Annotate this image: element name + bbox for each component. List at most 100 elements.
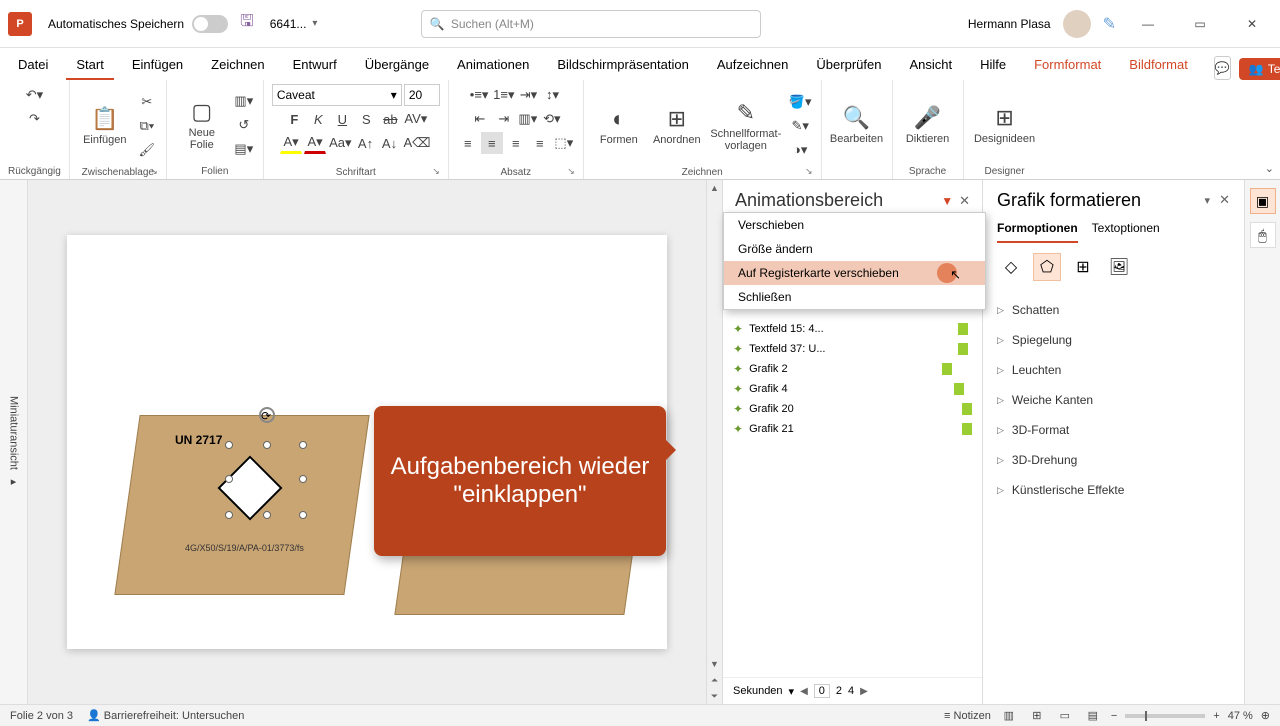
timeline-left-icon[interactable]: ◀ [800,686,808,697]
close-button[interactable]: ✕ [1232,9,1272,39]
selection-handle[interactable] [225,511,233,519]
tab-formformat[interactable]: Formformat [1024,51,1111,80]
animation-item[interactable]: ✦Textfeld 37: U... [731,339,974,359]
list-level-button[interactable]: ⇥▾ [517,84,539,106]
selection-handle[interactable] [263,511,271,519]
maximize-button[interactable]: ▭ [1180,9,1220,39]
shape-outline-button[interactable]: ✎▾ [788,115,813,137]
slideshow-button[interactable]: ▤ [1083,708,1103,724]
bullets-button[interactable]: •≡▾ [468,84,490,106]
minimize-button[interactable]: — [1128,9,1168,39]
tab-animationen[interactable]: Animationen [447,51,539,80]
line-spacing-button[interactable]: ↕▾ [541,84,563,106]
filename[interactable]: 6641... [270,17,307,31]
strike-button[interactable]: ab [379,108,401,130]
tab-start[interactable]: Start [66,51,113,80]
reading-view-button[interactable]: ▭ [1055,708,1075,724]
outdent-button[interactable]: ⇤ [469,108,491,130]
username[interactable]: Hermann Plasa [968,17,1051,31]
align-left-button[interactable]: ≡ [457,132,479,154]
tab-uebergaenge[interactable]: Übergänge [355,51,439,80]
tab-formoptionen[interactable]: Formoptionen [997,221,1078,243]
selection-handle[interactable] [225,441,233,449]
pane-close-button[interactable]: ✕ [959,193,970,209]
clear-format-button[interactable]: A⌫ [403,132,432,154]
tab-ansicht[interactable]: Ansicht [899,51,962,80]
section-weiche-kanten[interactable]: ▷Weiche Kanten [997,385,1230,415]
shrink-font-button[interactable]: A↓ [379,132,401,154]
underline-button[interactable]: U [331,108,353,130]
section-schatten[interactable]: ▷Schatten [997,295,1230,325]
align-right-button[interactable]: ≡ [505,132,527,154]
collapse-ribbon-button[interactable]: ⌄ [1265,162,1274,175]
chevron-down-icon[interactable]: ▾ [789,685,795,698]
timeline-right-icon[interactable]: ▶ [860,686,868,697]
quickstyles-button[interactable]: ✎Schnellformat- vorlagen [708,96,784,156]
effects-tab-icon[interactable]: ⬠ [1033,253,1061,281]
menu-groesse[interactable]: Größe ändern [724,237,985,261]
paragraph-launcher-icon[interactable]: ↘ [567,166,575,177]
copy-button[interactable]: ⧉▾ [136,115,158,137]
scroll-down-icon[interactable]: ▼ [707,656,722,672]
font-launcher-icon[interactable]: ↘ [432,166,440,177]
selection-handle[interactable] [299,511,307,519]
menu-verschieben[interactable]: Verschieben [724,213,985,237]
tab-entwurf[interactable]: Entwurf [283,51,347,80]
picture-tab-icon[interactable]: 🖼 [1105,253,1133,281]
undo-button[interactable]: ↶▾ [23,84,45,106]
size-tab-icon[interactable]: ⊞ [1069,253,1097,281]
tab-aufzeichnen[interactable]: Aufzeichnen [707,51,799,80]
section-button[interactable]: ▤▾ [233,138,255,160]
pane-options-icon[interactable]: ▾ [1204,194,1210,207]
shape-fill-button[interactable]: 🪣▾ [788,91,813,113]
clipboard-launcher-icon[interactable]: ↘ [150,166,158,177]
section-effekte[interactable]: ▷Künstlerische Effekte [997,475,1230,505]
avatar[interactable] [1063,10,1091,38]
prev-slide-icon[interactable]: ⏶ [707,672,722,688]
search-input[interactable]: 🔍 Suchen (Alt+M) [421,10,761,38]
tab-einfuegen[interactable]: Einfügen [122,51,193,80]
tab-hilfe[interactable]: Hilfe [970,51,1016,80]
justify-button[interactable]: ≡ [529,132,551,154]
font-size-input[interactable] [404,84,440,106]
arrange-button[interactable]: ⊞Anordnen [650,96,704,156]
shape-effects-button[interactable]: ◑▾ [788,139,813,161]
tab-zeichnen[interactable]: Zeichnen [201,51,274,80]
highlight-button[interactable]: A▾ [280,132,302,154]
bold-button[interactable]: F [283,108,305,130]
menu-schliessen[interactable]: Schließen [724,285,985,309]
share-button[interactable]: 👥Teilen [1239,58,1280,80]
pane-dropdown-icon[interactable]: ▼ [941,194,953,208]
design-ideas-button[interactable]: ⊞Designideen [972,95,1038,155]
animation-item[interactable]: ✦Grafik 20 [731,399,974,419]
menu-registerkarte[interactable]: Auf Registerkarte verschieben↖ [724,261,985,285]
selection-handle[interactable] [225,475,233,483]
next-slide-icon[interactable]: ⏷ [707,688,722,704]
indent-button[interactable]: ⇥ [493,108,515,130]
section-3d-drehung[interactable]: ▷3D-Drehung [997,445,1230,475]
pencil-icon[interactable]: ✎ [1103,14,1116,34]
sorter-view-button[interactable]: ⊞ [1027,708,1047,724]
section-spiegelung[interactable]: ▷Spiegelung [997,325,1230,355]
case-button[interactable]: Aa▾ [328,132,352,154]
smartart-button[interactable]: ⬚▾ [553,132,575,154]
text-direction-button[interactable]: ⟲▾ [541,108,563,130]
zoom-slider[interactable] [1125,714,1205,718]
section-3d-format[interactable]: ▷3D-Format [997,415,1230,445]
format-painter-button[interactable]: 🖌 [136,139,158,161]
tab-datei[interactable]: Datei [8,51,58,80]
drawing-launcher-icon[interactable]: ↘ [805,166,813,177]
font-color-button[interactable]: A▾ [304,132,326,154]
numbering-button[interactable]: 1≡▾ [492,84,515,106]
accessibility-status[interactable]: 👤 Barrierefreiheit: Untersuchen [87,709,244,722]
dictate-button[interactable]: 🎤Diktieren [901,95,955,155]
filename-chevron-icon[interactable]: ▾ [312,18,317,29]
fit-window-button[interactable]: ⊕ [1261,709,1270,722]
comments-button[interactable]: 💬 [1214,56,1231,80]
selection-handle[interactable] [263,441,271,449]
shadow-button[interactable]: S [355,108,377,130]
selection-handle[interactable] [299,475,307,483]
columns-button[interactable]: ▥▾ [517,108,539,130]
rail-select-icon[interactable]: 🖱 [1250,222,1276,248]
animation-item[interactable]: ✦Grafik 2 [731,359,974,379]
